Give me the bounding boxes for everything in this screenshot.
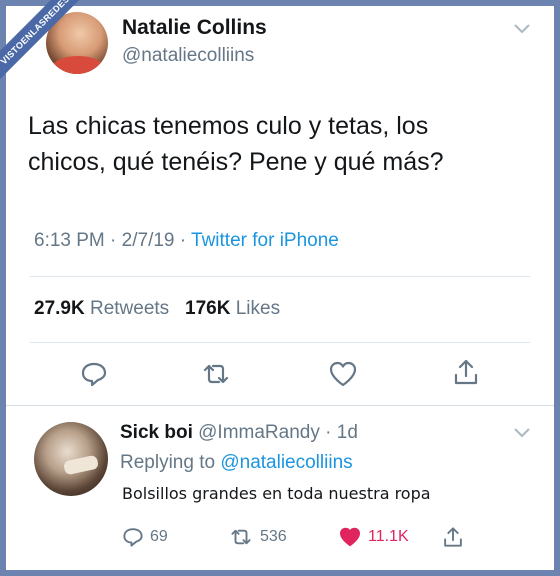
meta-separator: · [179, 230, 187, 251]
divider [30, 342, 530, 343]
tweet-meta: 6:13 PM · 2/7/19 · Twitter for iPhone [34, 230, 339, 252]
share-icon [444, 527, 462, 547]
reply-count: 69 [150, 528, 168, 545]
reply-actions: 69 536 11.1K [0, 526, 560, 554]
like-count: 11.1K [368, 528, 409, 545]
retweets-stat[interactable]: 27.9K Retweets [34, 298, 169, 319]
replying-to: Replying to @nataliecolliins [120, 452, 353, 474]
retweet-count: 536 [260, 528, 287, 545]
chevron-down-icon[interactable] [512, 22, 532, 36]
reply-icon[interactable] [80, 360, 108, 388]
reply-author: Sick boi @ImmaRandy · 1d [120, 422, 358, 444]
like-icon [339, 527, 361, 547]
section-separator [6, 405, 554, 406]
tweet-header: Natalie Collins @nataliecolliins [0, 0, 560, 90]
like-icon[interactable] [328, 360, 358, 388]
replying-prefix: Replying to [120, 452, 216, 473]
tweet-actions [0, 356, 560, 396]
reply-share-button[interactable] [442, 526, 464, 548]
divider [30, 276, 530, 277]
author-handle[interactable]: @nataliecolliins [122, 45, 254, 67]
tweet-text-line: Las chicas tenemos culo y tetas, los [28, 112, 429, 140]
tweet-text-line: chicos, qué tenéis? Pene y qué más? [28, 148, 444, 176]
chevron-down-icon[interactable] [512, 426, 532, 440]
retweets-label: Retweets [89, 298, 170, 319]
reply-reply-button[interactable]: 69 [122, 526, 168, 548]
replying-handle-link[interactable]: @nataliecolliins [220, 452, 352, 473]
likes-label: Likes [235, 298, 281, 319]
retweet-icon[interactable] [200, 360, 232, 388]
reply-retweet-button[interactable]: 536 [228, 526, 287, 548]
reply-age: · 1d [325, 422, 358, 443]
tweet-time: 6:13 PM [34, 230, 105, 251]
tweet-text: Las chicas tenemos culo y tetas, los chi… [28, 108, 538, 180]
reply-like-button[interactable]: 11.1K [338, 526, 409, 548]
share-icon[interactable] [452, 358, 480, 386]
reply-author-name[interactable]: Sick boi [120, 422, 193, 443]
likes-stat[interactable]: 176K Likes [185, 298, 280, 319]
avatar-detail [62, 454, 100, 476]
retweets-count: 27.9K [34, 298, 85, 319]
avatar-shirt [52, 56, 104, 74]
likes-count: 176K [185, 298, 231, 319]
reply-author-handle[interactable]: @ImmaRandy [198, 422, 320, 443]
tweet-stats: 27.9K Retweets 176K Likes [34, 298, 280, 320]
reply-icon [123, 528, 143, 547]
retweet-icon [231, 529, 251, 545]
tweet-date: 2/7/19 [121, 230, 175, 251]
author-name[interactable]: Natalie Collins [122, 16, 267, 40]
tweet-source-link[interactable]: Twitter for iPhone [191, 230, 339, 251]
reply-text: Bolsillos grandes en toda nuestra ropa [122, 484, 431, 503]
reply-author-avatar[interactable] [34, 422, 108, 496]
meta-separator: · [110, 230, 117, 251]
